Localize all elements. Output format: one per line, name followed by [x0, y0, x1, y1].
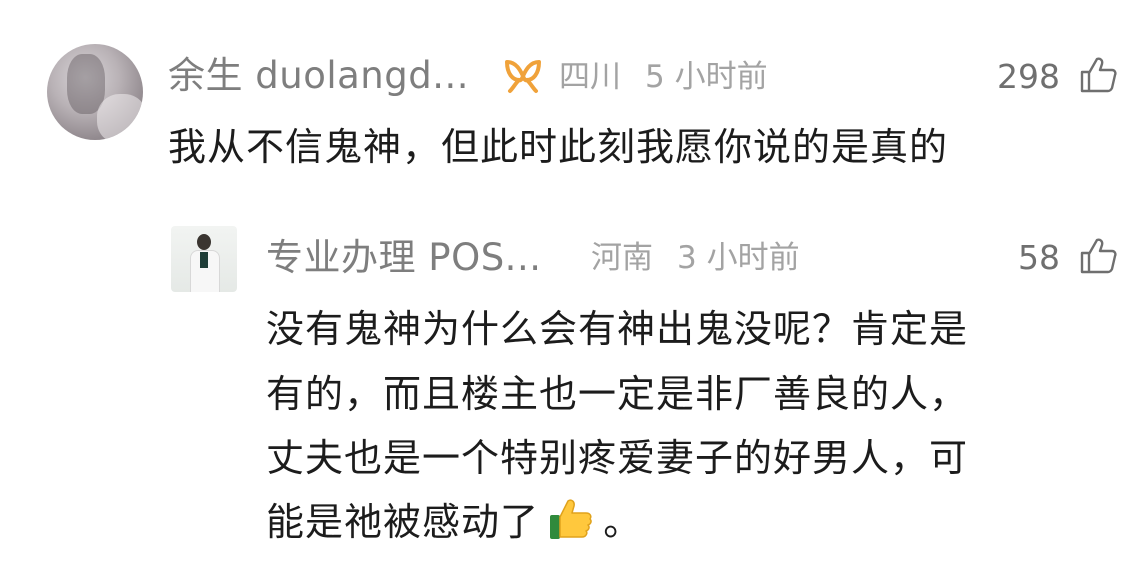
reply-text-line: 丈夫也是一个特别疼爱妻子的好男人，可 [266, 436, 969, 480]
reply-text-end: 。 [603, 500, 643, 544]
reply-last-line: 能是祂被感动了 。 [266, 497, 642, 545]
reply-location: 河南 [591, 240, 653, 276]
avatar-head [197, 234, 211, 250]
like-thumb-icon[interactable] [1078, 55, 1118, 95]
reply-text-line: 能是祂被感动了 [266, 500, 540, 544]
reply-text-line: 有的，而且楼主也一定是非厂善良的人， [266, 372, 969, 416]
replier-avatar[interactable] [171, 226, 237, 292]
comment-location: 四川 [559, 59, 621, 95]
like-thumb-icon[interactable] [1078, 236, 1118, 276]
reply-like-count[interactable]: 58 [960, 238, 1060, 278]
reply-text-line: 没有鬼神为什么会有神出鬼没呢？肯定是 [266, 307, 969, 351]
commenter-username[interactable]: 余生 duolangd... [168, 54, 469, 98]
comment-like-count[interactable]: 298 [960, 57, 1060, 97]
avatar-highlight [97, 94, 143, 140]
comment-text: 我从不信鬼神，但此时此刻我愿你说的是真的 [168, 125, 949, 169]
comment-time: 5 小时前 [645, 59, 768, 95]
vip-ribbon-icon [503, 58, 543, 94]
replier-username[interactable]: 专业办理 POS... [266, 236, 541, 280]
thumbs-up-emoji [548, 497, 594, 541]
commenter-avatar[interactable] [47, 44, 143, 140]
reply-time: 3 小时前 [677, 240, 800, 276]
avatar-shirt [200, 252, 208, 268]
